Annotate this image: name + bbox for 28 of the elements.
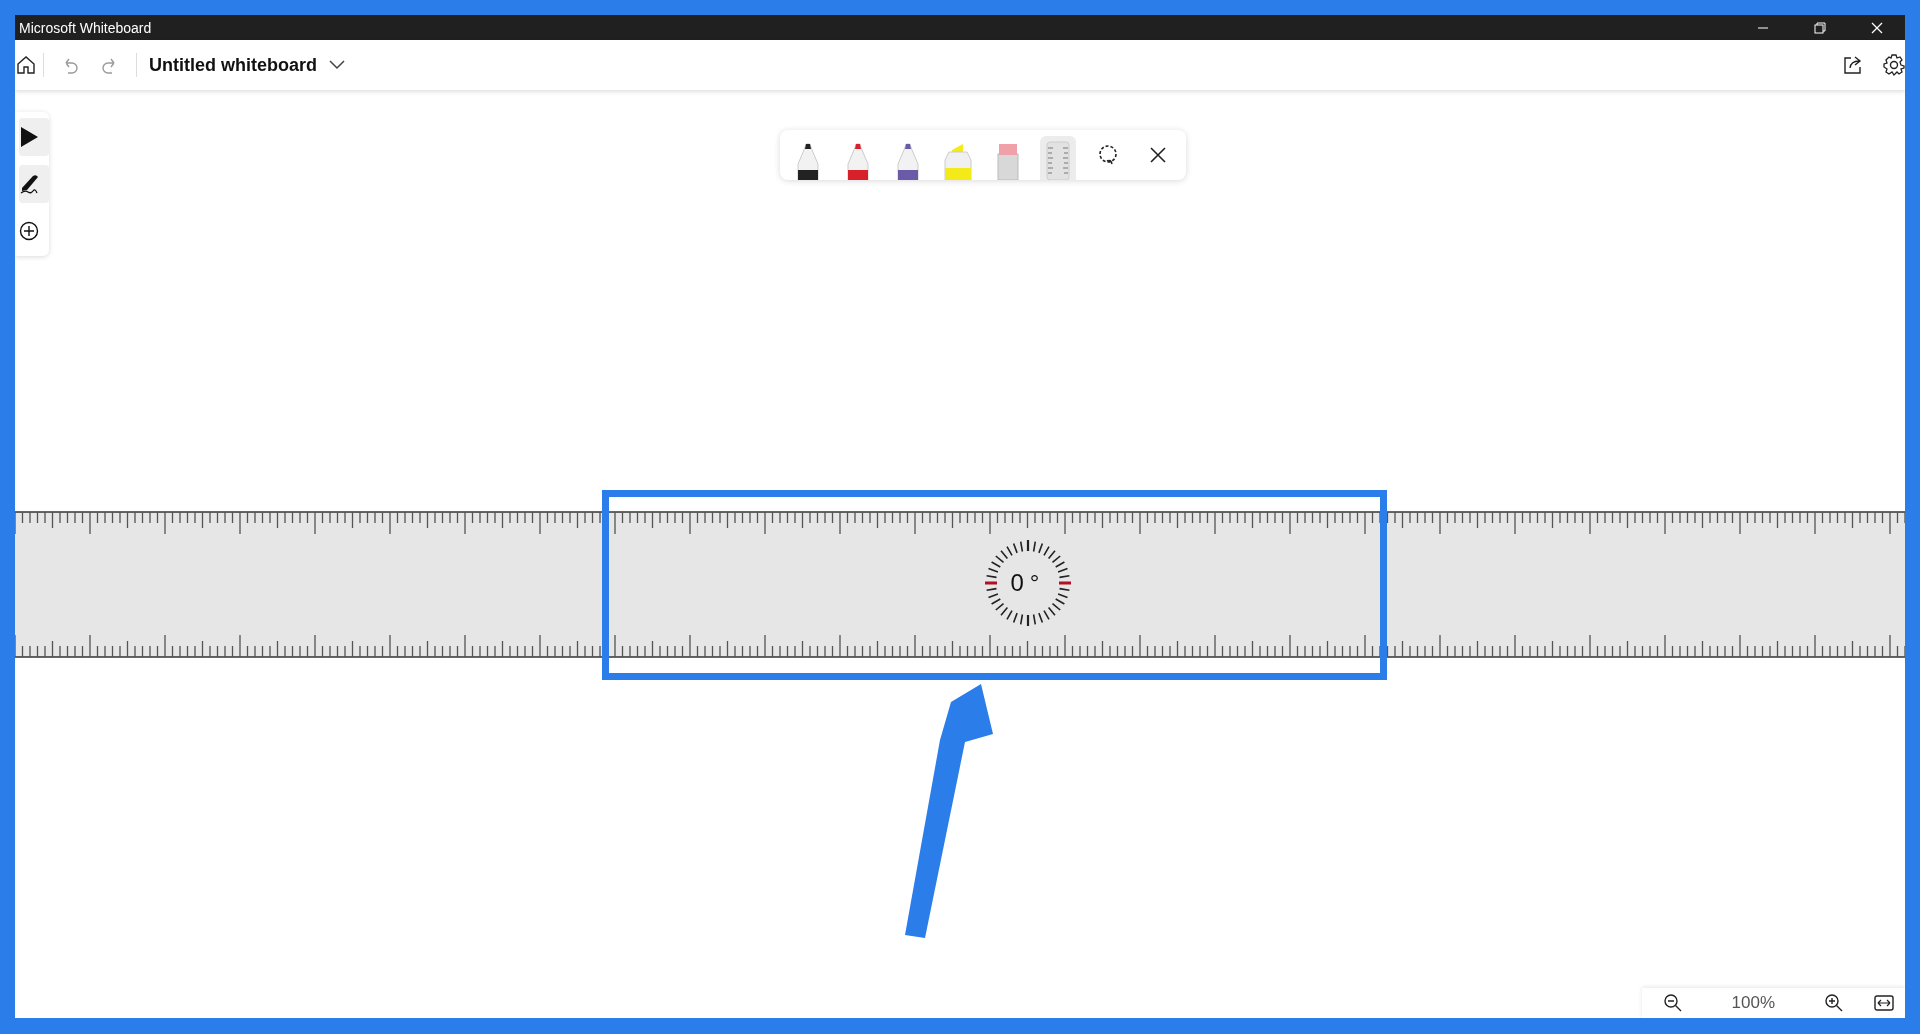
pointer-icon xyxy=(19,126,39,148)
lasso-icon xyxy=(1097,144,1119,166)
pen-icon xyxy=(19,173,41,195)
settings-icon xyxy=(1883,54,1905,76)
zoom-level: 100% xyxy=(1731,993,1775,1013)
pen-icon xyxy=(846,142,870,180)
ruler-icon xyxy=(1045,140,1071,180)
board-title-button[interactable]: Untitled whiteboard xyxy=(143,54,351,76)
close-icon xyxy=(1870,21,1883,34)
home-icon xyxy=(16,55,36,75)
protractor-dial-icon xyxy=(983,538,1073,628)
share-icon xyxy=(1842,54,1864,76)
pen-tool[interactable] xyxy=(19,165,49,203)
highlighter-icon xyxy=(943,142,973,180)
zoom-in-icon xyxy=(1824,993,1844,1013)
zoom-out-icon xyxy=(1662,993,1683,1013)
eraser-icon xyxy=(996,142,1020,180)
restore-icon xyxy=(1813,21,1826,34)
angle-reading: 0° xyxy=(1010,569,1046,597)
window-title: Microsoft Whiteboard xyxy=(19,19,152,36)
close-icon xyxy=(1149,146,1167,164)
ruler-drawing[interactable] xyxy=(15,508,1905,661)
fit-width-icon xyxy=(1874,995,1894,1011)
select-tool[interactable] xyxy=(19,118,49,156)
add-icon xyxy=(19,221,39,241)
pen-icon xyxy=(796,142,820,180)
pen-icon xyxy=(896,142,920,180)
chevron-down-icon xyxy=(329,60,345,70)
